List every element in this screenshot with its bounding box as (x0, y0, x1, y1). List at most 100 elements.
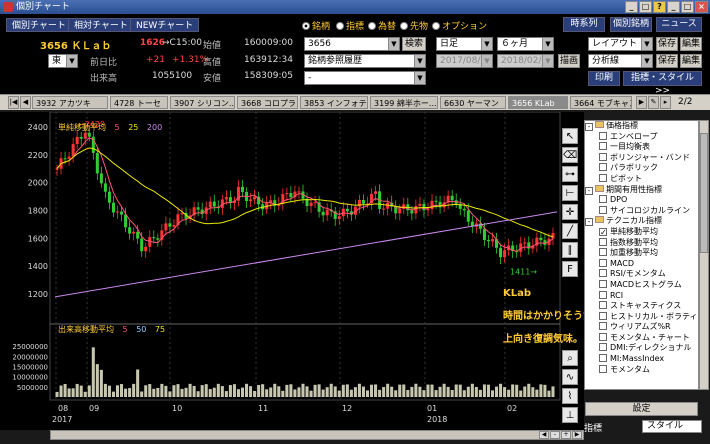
radio-stock[interactable]: 銘柄 (302, 19, 330, 32)
prev-tab-icon[interactable]: ◀ (20, 96, 31, 109)
history-select[interactable]: 銘柄参照履歴 ▼ (304, 54, 426, 68)
stock-tab[interactable]: 3907 シリコン... (170, 96, 235, 109)
collapse-icon[interactable]: - (585, 218, 593, 227)
period-select[interactable]: 日足 ▼ (436, 37, 493, 51)
crosshair-icon[interactable]: ✛ (562, 204, 578, 220)
scroll-left-icon[interactable]: ◀ (539, 431, 549, 439)
stock-tab[interactable]: 4728 トーセ (110, 96, 168, 109)
analysis-line-select[interactable]: 分析線 ▼ (588, 54, 653, 68)
trendline-icon[interactable]: ╱ (562, 223, 578, 239)
checkbox[interactable] (599, 269, 607, 278)
indicator-item[interactable]: ウィリアムズ%R (585, 322, 698, 333)
indicator-item[interactable]: DMI:ディレクショナル (585, 343, 698, 354)
indicator-item[interactable]: 指数移動平均 (585, 237, 698, 249)
stock-tab[interactable]: 6630 ヤーマン (440, 96, 506, 109)
first-tab-icon[interactable]: |◀ (8, 96, 19, 109)
gann-icon[interactable]: ⊥ (562, 407, 578, 423)
layout-edit-button[interactable]: 編集 (680, 37, 702, 51)
restore-button[interactable]: □ (681, 1, 694, 13)
checkbox[interactable] (599, 343, 607, 352)
indicator-item[interactable]: ボリンジャー・バンド (585, 152, 698, 164)
stock-tab[interactable]: 3932 アカツキ (32, 96, 108, 109)
next-tab-icon[interactable]: ▶ (636, 96, 647, 109)
blank-select[interactable]: - ▼ (304, 71, 426, 85)
date-to[interactable]: 2018/02/22 ▼ (497, 54, 554, 68)
indicator-item[interactable]: 単純移動平均 (585, 227, 698, 238)
search-button[interactable]: 検索 (402, 37, 426, 51)
indicator-style-button[interactable]: 指標・スタイル>> (623, 71, 702, 96)
checkbox[interactable] (599, 322, 607, 331)
stock-tab[interactable]: 3656 KLab (508, 96, 568, 109)
indicator-group[interactable]: - 期間有用性指標 (585, 184, 698, 196)
zoom-minus-icon[interactable]: - (550, 431, 560, 439)
stock-tab[interactable]: 3199 綿半ホー... (370, 96, 438, 109)
indicator-item[interactable]: MI:MassIndex (585, 354, 698, 365)
zoom-icon[interactable]: ⌕ (562, 350, 578, 366)
checkbox[interactable] (599, 279, 607, 288)
vertical-line-icon[interactable]: ⊢ (562, 185, 578, 201)
checkbox[interactable] (599, 195, 607, 204)
candlestick-chart-svg[interactable]: 2400 2200 2000 1800 1600 1400 1200 08 09 10 11 12 01… (0, 111, 584, 430)
checkbox[interactable] (599, 152, 607, 161)
checkbox[interactable] (599, 237, 607, 246)
analysis-edit-button[interactable]: 編集 (680, 54, 702, 68)
analysis-save-button[interactable]: 保存 (656, 54, 678, 68)
checkbox[interactable] (599, 354, 607, 363)
stock-tab[interactable]: 3853 インフォテリ (300, 96, 368, 109)
indicator-group[interactable]: - 価格指標 (585, 121, 698, 132)
checkbox[interactable] (599, 173, 607, 182)
radio-options[interactable]: オプション (432, 19, 487, 32)
eraser-icon[interactable]: ⌫ (562, 147, 578, 163)
tab-individual-chart[interactable]: 個別チャート (6, 18, 72, 32)
radio-futures[interactable]: 先物 (400, 19, 428, 32)
scroll-thumb[interactable] (700, 133, 708, 253)
checkbox[interactable] (599, 131, 607, 140)
help-button[interactable]: ? (653, 1, 666, 13)
indicator-item[interactable]: モメンタム・チャート (585, 332, 698, 344)
indicator-item[interactable]: RSI/モメンタム (585, 269, 698, 280)
indicator-item[interactable]: MACD (585, 258, 698, 270)
indicator-item[interactable]: ピボット (585, 173, 698, 185)
panel-scrollbar[interactable] (699, 120, 709, 390)
indicator-item[interactable]: ストキャスティクス (585, 301, 698, 312)
date-from[interactable]: 2017/08/22 ▼ (436, 54, 493, 68)
style-select[interactable]: スタイル (642, 420, 702, 433)
minimize-button-2[interactable]: _ (667, 1, 680, 13)
indicator-item[interactable]: 加重移動平均 (585, 248, 698, 259)
indicator-item[interactable]: RCI (585, 290, 698, 302)
collapse-icon[interactable]: - (585, 123, 593, 131)
wave-icon[interactable]: ∿ (562, 369, 578, 385)
zoom-plus-icon[interactable]: + (561, 431, 571, 439)
settings-button[interactable]: 設定 (585, 402, 698, 416)
cursor-icon[interactable]: ↖ (562, 128, 578, 144)
news-button[interactable]: ニュース (656, 17, 702, 32)
chart-hscrollbar[interactable]: ◀ - + ▶ (50, 430, 584, 440)
fibonacci-icon[interactable]: F (562, 261, 578, 277)
checkbox[interactable] (599, 258, 607, 267)
indicator-group[interactable]: - テクニカル指標 (585, 216, 698, 227)
indicator-item[interactable]: MACDヒストグラム (585, 279, 698, 291)
checkbox[interactable] (599, 163, 607, 172)
print-button[interactable]: 印刷 (588, 71, 620, 86)
exchange-select[interactable]: 東 ▼ (48, 54, 78, 68)
draw-button[interactable]: 描画 (558, 54, 580, 68)
indicator-item[interactable]: モメンタム (585, 364, 698, 376)
tab-relative-chart[interactable]: 相対チャート (68, 18, 134, 32)
timeseries-button[interactable]: 時系列 (563, 17, 605, 32)
radio-fx[interactable]: 為替 (368, 19, 396, 32)
chart-area[interactable]: 2400 2200 2000 1800 1600 1400 1200 08 09 10 11 12 01… (0, 111, 584, 430)
layout-select[interactable]: レイアウト ▼ (588, 37, 653, 51)
checkbox[interactable] (599, 205, 607, 214)
tab-new-chart[interactable]: NEWチャート (130, 18, 200, 32)
indicator-item[interactable]: エンベロープ (585, 131, 698, 143)
minimize-button[interactable]: _ (625, 1, 638, 13)
scroll-right-icon[interactable]: ▶ (572, 431, 582, 439)
checkbox[interactable] (599, 227, 607, 236)
checkbox[interactable] (599, 311, 607, 320)
horizontal-line-icon[interactable]: ⊶ (562, 166, 578, 182)
parallel-line-icon[interactable]: ∥ (562, 242, 578, 258)
cycle-icon[interactable]: ⌇ (562, 388, 578, 404)
indicator-item[interactable]: DPO (585, 195, 698, 206)
checkbox[interactable] (599, 364, 607, 373)
collapse-icon[interactable]: - (585, 186, 593, 195)
